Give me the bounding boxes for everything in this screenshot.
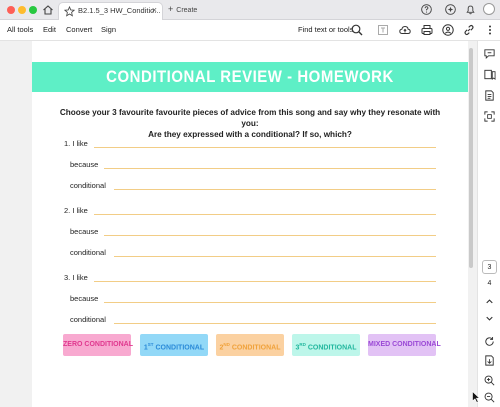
item-2-i-like-label: 2. I like — [64, 206, 88, 215]
item-2-conditional-label: conditional — [70, 248, 106, 257]
item-3-i-like-label: 3. I like — [64, 273, 88, 282]
home-icon[interactable] — [41, 3, 55, 17]
document-list-icon[interactable] — [483, 89, 496, 102]
menu-sign[interactable]: Sign — [101, 25, 116, 34]
help-icon[interactable] — [420, 3, 433, 16]
close-window-button[interactable] — [7, 6, 15, 14]
pdf-page: CONDITIONAL REVIEW - HOMEWORK Choose you… — [32, 41, 468, 407]
maximize-window-button[interactable] — [29, 6, 37, 14]
tag-mixed-conditional-label: MIXED CONDITIONAL — [368, 341, 441, 348]
chevron-down-icon[interactable] — [483, 312, 496, 325]
item-1-because-label: because — [70, 160, 99, 169]
tag-mixed-conditional: MIXED CONDITIONAL — [368, 334, 441, 356]
user-avatar[interactable] — [483, 3, 495, 15]
item-1-because-line[interactable] — [104, 168, 436, 169]
instructions: Choose your 3 favourite favourite pieces… — [52, 107, 448, 140]
tag-first-label: CONDITIONAL — [153, 344, 205, 352]
more-options-icon[interactable] — [483, 23, 497, 37]
tag-zero-conditional-label: ZERO CONDITIONAL — [63, 341, 133, 348]
tab-close-icon[interactable]: × — [152, 5, 157, 15]
mouse-cursor-icon — [472, 391, 480, 403]
search-icon[interactable] — [350, 23, 364, 37]
notifications-bell-icon[interactable] — [464, 3, 477, 16]
find-text-or-tools-label[interactable]: Find text or tools — [298, 25, 353, 34]
document-title: CONDITIONAL REVIEW - HOMEWORK — [106, 67, 394, 86]
tag-third-label: CONDITIONAL — [305, 344, 357, 352]
share-user-icon[interactable] — [441, 23, 455, 37]
link-icon[interactable] — [462, 23, 476, 37]
menu-all-tools[interactable]: All tools — [7, 25, 33, 34]
instructions-line-1: Choose your 3 favourite favourite pieces… — [59, 108, 441, 128]
comment-icon[interactable] — [483, 47, 496, 60]
item-2-conditional-line[interactable] — [114, 256, 436, 257]
window-title-bar: B2.1.5_3 HW_Conditio... × + Create — [0, 0, 500, 20]
item-3-i-like-line[interactable] — [94, 281, 436, 282]
item-1-i-like-label: 1. I like — [64, 139, 88, 148]
chevron-up-icon[interactable] — [483, 295, 496, 308]
tag-first-conditional: 1ST CONDITIONAL — [140, 334, 208, 356]
item-1-i-like-line[interactable] — [94, 147, 436, 148]
zoom-in-icon[interactable] — [483, 374, 496, 387]
title-banner: CONDITIONAL REVIEW - HOMEWORK — [32, 62, 468, 92]
plus-icon: + — [168, 4, 174, 14]
ai-assistant-icon[interactable] — [444, 3, 457, 16]
item-3-conditional-label: conditional — [70, 315, 106, 324]
bookmark-icon[interactable] — [483, 68, 496, 81]
upload-cloud-icon[interactable] — [398, 23, 412, 37]
tag-second-label: CONDITIONAL — [229, 344, 281, 352]
tag-third-conditional: 3RD CONDITIONAL — [292, 334, 360, 356]
page-number-total: 4 — [487, 280, 492, 287]
edit-text-icon[interactable] — [376, 23, 390, 37]
tag-second-conditional: 2ND CONDITIONAL — [216, 334, 284, 356]
print-icon[interactable] — [420, 23, 434, 37]
tab-title: B2.1.5_3 HW_Conditio... — [78, 6, 161, 15]
minimize-window-button[interactable] — [18, 6, 26, 14]
item-2-i-like-line[interactable] — [94, 214, 436, 215]
item-1-conditional-label: conditional — [70, 181, 106, 190]
create-tab-label: Create — [176, 7, 198, 14]
item-3-because-line[interactable] — [104, 302, 436, 303]
star-icon[interactable] — [64, 6, 75, 17]
document-viewer[interactable]: CONDITIONAL REVIEW - HOMEWORK Choose you… — [0, 41, 477, 407]
vertical-scrollbar[interactable] — [469, 48, 473, 268]
item-3-conditional-line[interactable] — [114, 323, 436, 324]
item-1-conditional-line[interactable] — [114, 189, 436, 190]
item-2-because-label: because — [70, 227, 99, 236]
refresh-icon[interactable] — [483, 335, 496, 348]
scan-icon[interactable] — [483, 110, 496, 123]
document-tab[interactable]: B2.1.5_3 HW_Conditio... × — [58, 2, 163, 20]
item-3-because-label: because — [70, 294, 99, 303]
item-2-because-line[interactable] — [104, 235, 436, 236]
save-page-icon[interactable] — [483, 354, 496, 367]
right-sidebar: 3 4 — [477, 41, 500, 407]
create-tab-button[interactable]: + Create — [168, 4, 197, 14]
menu-convert[interactable]: Convert — [66, 25, 92, 34]
app-toolbar: All tools Edit Convert Sign Find text or… — [0, 20, 500, 41]
instructions-line-2: Are they expressed with a conditional? I… — [148, 130, 352, 139]
menu-edit[interactable]: Edit — [43, 25, 56, 34]
zoom-out-icon[interactable] — [483, 391, 496, 404]
page-number-current[interactable]: 3 — [482, 260, 497, 274]
tag-zero-conditional: ZERO CONDITIONAL — [63, 334, 133, 356]
